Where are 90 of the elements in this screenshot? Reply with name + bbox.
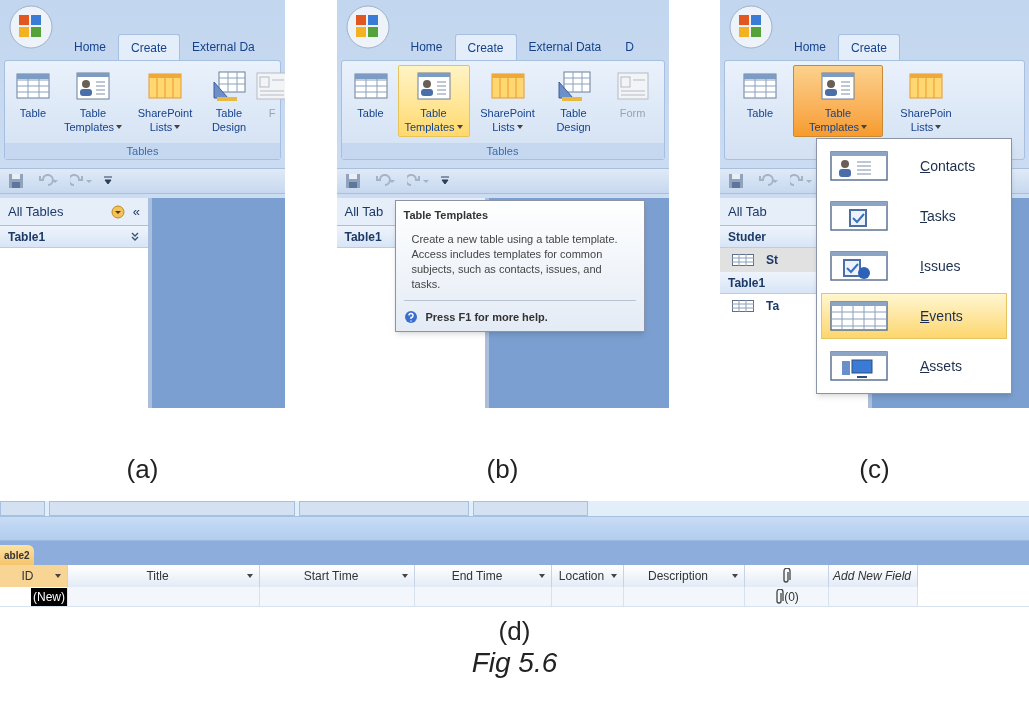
ribbon-button[interactable]: Table Templates — [793, 65, 883, 137]
calendar-grid-icon — [830, 300, 888, 332]
customize-toolbar-icon[interactable] — [104, 176, 112, 186]
paperclip-icon — [774, 588, 785, 605]
table-cell[interactable] — [260, 587, 415, 606]
figure-label: (d) — [498, 616, 531, 646]
ribbon-tab[interactable]: External Data — [516, 34, 614, 60]
ribbon-button[interactable]: Table — [729, 65, 791, 137]
column-header[interactable]: Start Time — [260, 565, 415, 587]
table-icon — [15, 70, 51, 102]
expand-chevron-icon[interactable] — [130, 231, 140, 242]
table-icon — [732, 254, 754, 266]
nav-header[interactable]: All Tables — [8, 201, 103, 222]
list-grid-icon — [908, 70, 944, 102]
menu-item[interactable]: Assets — [821, 343, 1007, 389]
help-text: Press F1 for more help. — [425, 309, 548, 325]
clipboard-check-icon — [830, 200, 888, 232]
ribbon-button[interactable]: Table Design — [545, 65, 602, 137]
ribbon-tab[interactable]: External Da — [180, 34, 267, 60]
column-header[interactable]: Add New Field — [829, 565, 918, 587]
collapse-button[interactable]: « — [132, 201, 140, 222]
ribbon-button[interactable]: Table Design — [203, 65, 255, 137]
column-header[interactable] — [745, 565, 829, 587]
table-design-icon — [211, 70, 247, 102]
ribbon-button[interactable]: SharePoint Lists — [129, 65, 201, 137]
list-grid-icon — [147, 70, 183, 102]
figure-label: (c) — [859, 453, 890, 486]
figure-label: (b) — [486, 453, 519, 486]
ribbon-button[interactable]: Table Templates — [59, 65, 127, 137]
table-icon — [732, 300, 754, 312]
redo-icon[interactable] — [790, 174, 812, 188]
save-icon[interactable] — [8, 173, 24, 189]
ribbon-button[interactable]: Table — [345, 65, 396, 137]
ribbon-tab[interactable]: Create — [838, 34, 901, 60]
table-cell[interactable] — [624, 587, 745, 606]
dropdown-circle-icon[interactable] — [110, 204, 125, 219]
paperclip-icon — [780, 568, 791, 584]
contact-card-icon — [415, 70, 452, 102]
column-header[interactable]: Title — [68, 565, 260, 587]
tooltip-text: Create a new table using a table template. Access includes templates for common subjects, such as contacts, issues, and tasks. — [410, 231, 619, 292]
menu-item[interactable]: Contacts — [821, 143, 1007, 189]
ribbon-tab[interactable]: D — [613, 34, 646, 60]
help-icon — [403, 309, 418, 324]
save-icon[interactable] — [344, 173, 361, 189]
ribbon-tab[interactable]: Create — [454, 34, 517, 60]
office-button-icon[interactable] — [728, 4, 774, 50]
undo-icon[interactable] — [36, 174, 58, 188]
ribbon-button[interactable]: SharePoint Lists — [471, 65, 544, 137]
table-cell[interactable] — [552, 587, 624, 606]
contact-card-icon — [820, 70, 856, 102]
contact-card-icon — [75, 70, 111, 102]
group-label: Tables — [341, 143, 664, 159]
list-grid-icon — [489, 70, 526, 102]
tooltip-title: Table Templates — [403, 208, 490, 223]
table-icon — [352, 70, 389, 102]
table-icon — [742, 70, 778, 102]
redo-icon[interactable] — [70, 174, 92, 188]
contacts-icon — [830, 150, 888, 182]
ribbon-button[interactable]: Table — [9, 65, 57, 137]
undo-icon[interactable] — [756, 174, 778, 188]
table-cell[interactable]: (0) — [745, 587, 829, 606]
ribbon-tab[interactable]: Home — [62, 34, 118, 60]
column-header[interactable]: Location — [552, 565, 624, 587]
ribbon-button[interactable]: Table Templates — [397, 65, 470, 137]
menu-item[interactable]: Tasks — [821, 193, 1007, 239]
table-design-icon — [555, 70, 592, 102]
computer-icon — [830, 350, 888, 382]
figure-label: (a) — [126, 453, 159, 486]
office-button-icon[interactable] — [344, 4, 391, 50]
table-cell[interactable] — [829, 587, 918, 606]
office-button-icon[interactable] — [8, 4, 54, 50]
customize-toolbar-icon[interactable] — [440, 176, 449, 186]
ribbon-button[interactable]: SharePoin Lists — [885, 65, 967, 137]
form-icon — [614, 70, 651, 102]
column-header[interactable]: ID — [0, 565, 68, 587]
ribbon-tab[interactable]: Home — [782, 34, 838, 60]
group-label: Tables — [5, 143, 280, 159]
form-icon — [254, 70, 285, 102]
clipboard-info-icon — [830, 250, 888, 282]
redo-icon[interactable] — [406, 174, 429, 188]
table-cell[interactable] — [415, 587, 552, 606]
table-cell[interactable] — [68, 587, 260, 606]
document-tab[interactable]: able2 — [0, 545, 34, 565]
ribbon-tab[interactable]: Create — [118, 34, 181, 60]
menu-item[interactable]: Events — [821, 293, 1007, 339]
figure-caption: Fig 5.6 — [471, 646, 558, 680]
column-header[interactable]: End Time — [415, 565, 552, 587]
column-header[interactable]: Description — [624, 565, 745, 587]
ribbon-tab[interactable]: Home — [398, 34, 455, 60]
save-icon[interactable] — [728, 173, 744, 189]
